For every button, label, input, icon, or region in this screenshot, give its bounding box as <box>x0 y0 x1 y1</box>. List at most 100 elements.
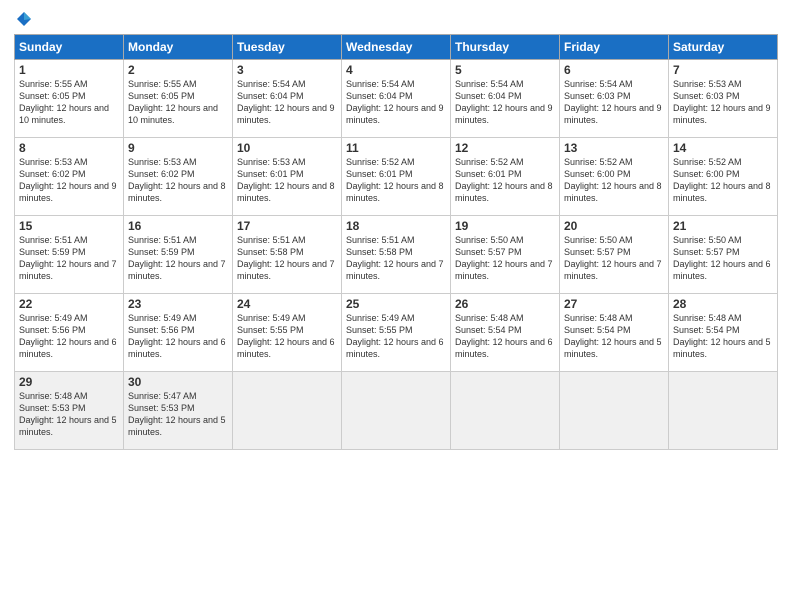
cell-info: Sunrise: 5:49 AMSunset: 5:56 PMDaylight:… <box>128 313 226 359</box>
cell-info: Sunrise: 5:53 AMSunset: 6:01 PMDaylight:… <box>237 157 335 203</box>
calendar-cell: 26 Sunrise: 5:48 AMSunset: 5:54 PMDayligh… <box>451 294 560 372</box>
header-day-monday: Monday <box>124 35 233 60</box>
cell-info: Sunrise: 5:55 AMSunset: 6:05 PMDaylight:… <box>19 79 109 125</box>
header <box>14 10 778 28</box>
header-day-saturday: Saturday <box>669 35 778 60</box>
day-number: 4 <box>346 63 446 77</box>
day-number: 26 <box>455 297 555 311</box>
calendar-cell: 14 Sunrise: 5:52 AMSunset: 6:00 PMDayligh… <box>669 138 778 216</box>
calendar-week-2: 8 Sunrise: 5:53 AMSunset: 6:02 PMDaylight… <box>15 138 778 216</box>
calendar-cell: 9Sunrise: 5:53 AMSunset: 6:02 PMDaylight… <box>124 138 233 216</box>
cell-info: Sunrise: 5:49 AMSunset: 5:55 PMDaylight:… <box>237 313 335 359</box>
calendar-cell: 3 Sunrise: 5:54 AMSunset: 6:04 PMDaylight… <box>233 60 342 138</box>
calendar-cell: 27 Sunrise: 5:48 AMSunset: 5:54 PMDayligh… <box>560 294 669 372</box>
cell-info: Sunrise: 5:53 AMSunset: 6:02 PMDaylight:… <box>19 157 117 203</box>
cell-info: Sunrise: 5:55 AMSunset: 6:05 PMDaylight:… <box>128 79 218 125</box>
cell-info: Sunrise: 5:48 AMSunset: 5:54 PMDaylight:… <box>564 313 662 359</box>
calendar-cell: 24 Sunrise: 5:49 AMSunset: 5:55 PMDayligh… <box>233 294 342 372</box>
calendar-cell: 22 Sunrise: 5:49 AMSunset: 5:56 PMDayligh… <box>15 294 124 372</box>
header-day-wednesday: Wednesday <box>342 35 451 60</box>
calendar-cell: 7 Sunrise: 5:53 AMSunset: 6:03 PMDaylight… <box>669 60 778 138</box>
calendar-cell <box>342 372 451 450</box>
calendar-cell <box>233 372 342 450</box>
day-number: 30 <box>128 375 228 389</box>
cell-info: Sunrise: 5:52 AMSunset: 6:00 PMDaylight:… <box>673 157 771 203</box>
day-number: 8 <box>19 141 119 155</box>
day-number: 22 <box>19 297 119 311</box>
cell-info: Sunrise: 5:54 AMSunset: 6:04 PMDaylight:… <box>237 79 335 125</box>
calendar-cell: 12Sunrise: 5:52 AMSunset: 6:01 PMDayligh… <box>451 138 560 216</box>
cell-info: Sunrise: 5:51 AMSunset: 5:59 PMDaylight:… <box>128 235 226 281</box>
cell-info: Sunrise: 5:52 AMSunset: 6:00 PMDaylight:… <box>564 157 662 203</box>
day-number: 11 <box>346 141 446 155</box>
calendar-cell: 15 Sunrise: 5:51 AMSunset: 5:59 PMDayligh… <box>15 216 124 294</box>
calendar-week-1: 1 Sunrise: 5:55 AMSunset: 6:05 PMDaylight… <box>15 60 778 138</box>
calendar-cell: 10 Sunrise: 5:53 AMSunset: 6:01 PMDayligh… <box>233 138 342 216</box>
cell-info: Sunrise: 5:51 AMSunset: 5:58 PMDaylight:… <box>237 235 335 281</box>
cell-info: Sunrise: 5:48 AMSunset: 5:54 PMDaylight:… <box>673 313 771 359</box>
cell-info: Sunrise: 5:48 AMSunset: 5:54 PMDaylight:… <box>455 313 553 359</box>
day-number: 21 <box>673 219 773 233</box>
calendar-cell: 23 Sunrise: 5:49 AMSunset: 5:56 PMDayligh… <box>124 294 233 372</box>
cell-info: Sunrise: 5:49 AMSunset: 5:56 PMDaylight:… <box>19 313 117 359</box>
calendar-week-5: 29 Sunrise: 5:48 AMSunset: 5:53 PMDayligh… <box>15 372 778 450</box>
day-number: 15 <box>19 219 119 233</box>
calendar-cell: 20Sunrise: 5:50 AMSunset: 5:57 PMDayligh… <box>560 216 669 294</box>
day-number: 19 <box>455 219 555 233</box>
day-number: 1 <box>19 63 119 77</box>
cell-info: Sunrise: 5:52 AMSunset: 6:01 PMDaylight:… <box>346 157 444 203</box>
logo-icon <box>15 10 33 28</box>
day-number: 25 <box>346 297 446 311</box>
logo <box>14 10 34 28</box>
day-number: 24 <box>237 297 337 311</box>
day-number: 14 <box>673 141 773 155</box>
cell-info: Sunrise: 5:51 AMSunset: 5:59 PMDaylight:… <box>19 235 117 281</box>
day-number: 2 <box>128 63 228 77</box>
calendar-cell: 4Sunrise: 5:54 AMSunset: 6:04 PMDaylight… <box>342 60 451 138</box>
calendar-cell: 1 Sunrise: 5:55 AMSunset: 6:05 PMDaylight… <box>15 60 124 138</box>
header-day-sunday: Sunday <box>15 35 124 60</box>
calendar-cell <box>669 372 778 450</box>
cell-info: Sunrise: 5:51 AMSunset: 5:58 PMDaylight:… <box>346 235 444 281</box>
calendar: SundayMondayTuesdayWednesdayThursdayFrid… <box>14 34 778 450</box>
calendar-cell: 18 Sunrise: 5:51 AMSunset: 5:58 PMDayligh… <box>342 216 451 294</box>
calendar-cell: 6Sunrise: 5:54 AMSunset: 6:03 PMDaylight… <box>560 60 669 138</box>
header-day-friday: Friday <box>560 35 669 60</box>
day-number: 10 <box>237 141 337 155</box>
day-number: 12 <box>455 141 555 155</box>
calendar-cell: 5 Sunrise: 5:54 AMSunset: 6:04 PMDaylight… <box>451 60 560 138</box>
calendar-cell: 29 Sunrise: 5:48 AMSunset: 5:53 PMDayligh… <box>15 372 124 450</box>
day-number: 7 <box>673 63 773 77</box>
calendar-cell: 13Sunrise: 5:52 AMSunset: 6:00 PMDayligh… <box>560 138 669 216</box>
calendar-cell: 17Sunrise: 5:51 AMSunset: 5:58 PMDayligh… <box>233 216 342 294</box>
header-row: SundayMondayTuesdayWednesdayThursdayFrid… <box>15 35 778 60</box>
day-number: 16 <box>128 219 228 233</box>
cell-info: Sunrise: 5:53 AMSunset: 6:03 PMDaylight:… <box>673 79 771 125</box>
cell-info: Sunrise: 5:48 AMSunset: 5:53 PMDaylight:… <box>19 391 117 437</box>
header-day-thursday: Thursday <box>451 35 560 60</box>
day-number: 3 <box>237 63 337 77</box>
day-number: 18 <box>346 219 446 233</box>
cell-info: Sunrise: 5:50 AMSunset: 5:57 PMDaylight:… <box>455 235 553 281</box>
cell-info: Sunrise: 5:50 AMSunset: 5:57 PMDaylight:… <box>564 235 662 281</box>
calendar-week-4: 22 Sunrise: 5:49 AMSunset: 5:56 PMDayligh… <box>15 294 778 372</box>
day-number: 27 <box>564 297 664 311</box>
calendar-week-3: 15 Sunrise: 5:51 AMSunset: 5:59 PMDayligh… <box>15 216 778 294</box>
day-number: 29 <box>19 375 119 389</box>
calendar-header: SundayMondayTuesdayWednesdayThursdayFrid… <box>15 35 778 60</box>
calendar-cell: 28Sunrise: 5:48 AMSunset: 5:54 PMDayligh… <box>669 294 778 372</box>
day-number: 23 <box>128 297 228 311</box>
calendar-cell: 2 Sunrise: 5:55 AMSunset: 6:05 PMDaylight… <box>124 60 233 138</box>
cell-info: Sunrise: 5:54 AMSunset: 6:04 PMDaylight:… <box>455 79 553 125</box>
calendar-body: 1 Sunrise: 5:55 AMSunset: 6:05 PMDaylight… <box>15 60 778 450</box>
header-day-tuesday: Tuesday <box>233 35 342 60</box>
calendar-cell: 30Sunrise: 5:47 AMSunset: 5:53 PMDayligh… <box>124 372 233 450</box>
cell-info: Sunrise: 5:49 AMSunset: 5:55 PMDaylight:… <box>346 313 444 359</box>
calendar-cell: 19 Sunrise: 5:50 AMSunset: 5:57 PMDayligh… <box>451 216 560 294</box>
day-number: 5 <box>455 63 555 77</box>
day-number: 9 <box>128 141 228 155</box>
calendar-cell: 16 Sunrise: 5:51 AMSunset: 5:59 PMDayligh… <box>124 216 233 294</box>
cell-info: Sunrise: 5:54 AMSunset: 6:03 PMDaylight:… <box>564 79 662 125</box>
cell-info: Sunrise: 5:50 AMSunset: 5:57 PMDaylight:… <box>673 235 771 281</box>
calendar-cell <box>451 372 560 450</box>
